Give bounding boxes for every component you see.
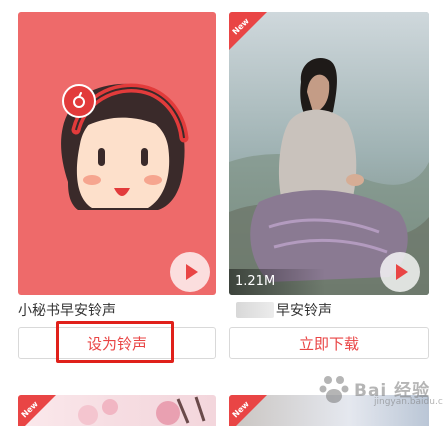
card-1-title: 小秘书早安铃声: [18, 303, 116, 319]
highlight-box: [56, 321, 174, 363]
netease-music-icon: [62, 84, 96, 118]
ringtone-card-3[interactable]: New: [18, 395, 216, 426]
flowers-illustration: [78, 396, 206, 425]
play-icon: [186, 264, 198, 280]
ringtone-card-2[interactable]: New 1.21M: [229, 12, 429, 295]
play-button-1[interactable]: [170, 252, 210, 292]
play-button-2[interactable]: [380, 252, 420, 292]
baidu-watermark: Bai 经验 jingyan.baidu.com: [318, 368, 443, 412]
ringtone-card-1[interactable]: [18, 12, 216, 295]
watermark-url: jingyan.baidu.com: [374, 397, 443, 407]
download-now-label: 立即下载: [298, 334, 359, 353]
download-now-button[interactable]: 立即下载: [229, 327, 429, 359]
paw-icon: [319, 376, 349, 403]
card-2-title: 早安铃声: [276, 303, 332, 319]
play-count: 1.21M: [229, 269, 325, 295]
play-icon: [396, 264, 408, 280]
blurred-text: [236, 302, 274, 318]
